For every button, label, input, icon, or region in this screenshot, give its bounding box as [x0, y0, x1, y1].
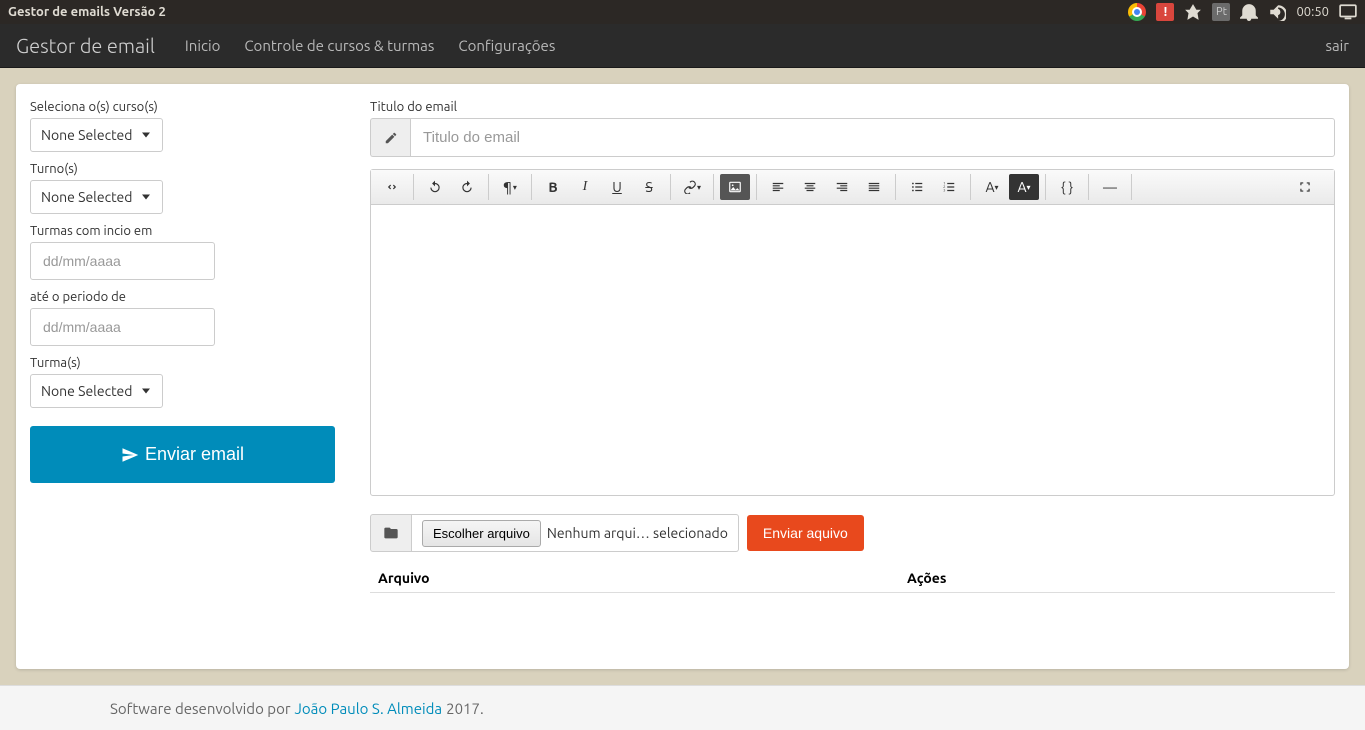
filter-sidebar: Seleciona o(s) curso(s) None Selected Tu…	[30, 98, 350, 655]
file-status-text: Nenhum arqui… selecionado	[547, 525, 728, 541]
keyboard-indicator[interactable]: Pt	[1212, 3, 1230, 21]
fullscreen-icon[interactable]	[1290, 174, 1320, 200]
os-topbar: Gestor de emails Versão 2 ! Pt 00:50	[0, 0, 1365, 24]
file-upload-row: Escolher arquivo Nenhum arqui… seleciona…	[370, 514, 1335, 552]
clock[interactable]: 00:50	[1296, 5, 1329, 19]
footer: Software desenvolvido por João Paulo S. …	[0, 685, 1365, 730]
turno-label: Turno(s)	[30, 162, 350, 176]
screen-icon[interactable]	[1339, 3, 1357, 21]
font-color-icon[interactable]: A▾	[977, 174, 1007, 200]
pencil-icon	[384, 131, 398, 145]
turma-label: Turma(s)	[30, 356, 350, 370]
send-email-label: Enviar email	[145, 444, 244, 465]
upload-button[interactable]: Enviar aquivo	[747, 515, 864, 551]
folder-open-icon	[383, 525, 399, 541]
page-body: Seleciona o(s) curso(s) None Selected Tu…	[0, 68, 1365, 685]
col-actions: Ações	[907, 570, 1327, 586]
editor-body[interactable]	[371, 205, 1334, 495]
start-date-input[interactable]	[30, 242, 215, 280]
code-view-icon[interactable]	[377, 174, 407, 200]
footer-prefix: Software desenvolvido por	[110, 700, 291, 717]
email-title-input[interactable]	[410, 118, 1335, 157]
turno-select[interactable]: None Selected	[30, 180, 163, 214]
send-email-button[interactable]: Enviar email	[30, 426, 335, 483]
svg-text:3: 3	[943, 188, 945, 193]
list-ol-icon[interactable]: 123	[934, 174, 964, 200]
volume-icon[interactable]	[1268, 3, 1286, 21]
rich-editor: ¶▾ B I U S ▾	[370, 169, 1335, 496]
align-right-icon[interactable]	[827, 174, 857, 200]
link-icon[interactable]: ▾	[677, 174, 707, 200]
paragraph-icon[interactable]: ¶▾	[495, 174, 525, 200]
compose-area: Titulo do email ¶▾	[370, 98, 1335, 655]
alert-icon[interactable]: !	[1156, 3, 1174, 21]
footer-author-link[interactable]: João Paulo S. Almeida	[295, 700, 443, 717]
nav-courses[interactable]: Controle de cursos & turmas	[244, 37, 434, 54]
main-panel: Seleciona o(s) curso(s) None Selected Tu…	[16, 84, 1349, 669]
code-block-icon[interactable]: { }	[1052, 174, 1082, 200]
image-icon[interactable]	[720, 174, 750, 200]
paper-plane-icon	[121, 446, 139, 464]
italic-icon[interactable]: I	[570, 174, 600, 200]
nav-logout[interactable]: sair	[1325, 37, 1349, 54]
nav-home[interactable]: Inicio	[185, 37, 220, 54]
strike-icon[interactable]: S	[634, 174, 664, 200]
system-tray: ! Pt 00:50	[1128, 3, 1357, 21]
align-left-icon[interactable]	[763, 174, 793, 200]
bold-icon[interactable]: B	[538, 174, 568, 200]
bell-icon[interactable]	[1240, 3, 1258, 21]
bg-color-icon[interactable]: A▾	[1009, 174, 1039, 200]
course-label: Seleciona o(s) curso(s)	[30, 100, 350, 114]
redo-icon[interactable]	[452, 174, 482, 200]
end-date-label: até o periodo de	[30, 290, 350, 304]
underline-icon[interactable]: U	[602, 174, 632, 200]
app-navbar: Gestor de email Inicio Controle de curso…	[0, 24, 1365, 68]
nav-settings[interactable]: Configurações	[458, 37, 555, 54]
start-date-label: Turmas com incio em	[30, 224, 350, 238]
undo-icon[interactable]	[420, 174, 450, 200]
footer-suffix: 2017.	[446, 700, 484, 717]
course-select[interactable]: None Selected	[30, 118, 163, 152]
end-date-input[interactable]	[30, 308, 215, 346]
align-center-icon[interactable]	[795, 174, 825, 200]
chrome-icon[interactable]	[1128, 3, 1146, 21]
email-title-label: Titulo do email	[370, 100, 1335, 114]
align-justify-icon[interactable]	[859, 174, 889, 200]
window-title: Gestor de emails Versão 2	[8, 5, 1128, 19]
list-ul-icon[interactable]	[902, 174, 932, 200]
col-file: Arquivo	[378, 570, 907, 586]
title-addon	[370, 118, 410, 157]
editor-toolbar: ¶▾ B I U S ▾	[371, 170, 1334, 205]
choose-file-button[interactable]: Escolher arquivo	[422, 520, 541, 547]
brand: Gestor de email	[16, 34, 155, 57]
pin-icon[interactable]	[1184, 3, 1202, 21]
attachments-table-header: Arquivo Ações	[370, 560, 1335, 593]
hr-icon[interactable]: —	[1095, 174, 1125, 200]
folder-addon	[370, 514, 412, 552]
turma-select[interactable]: None Selected	[30, 374, 163, 408]
